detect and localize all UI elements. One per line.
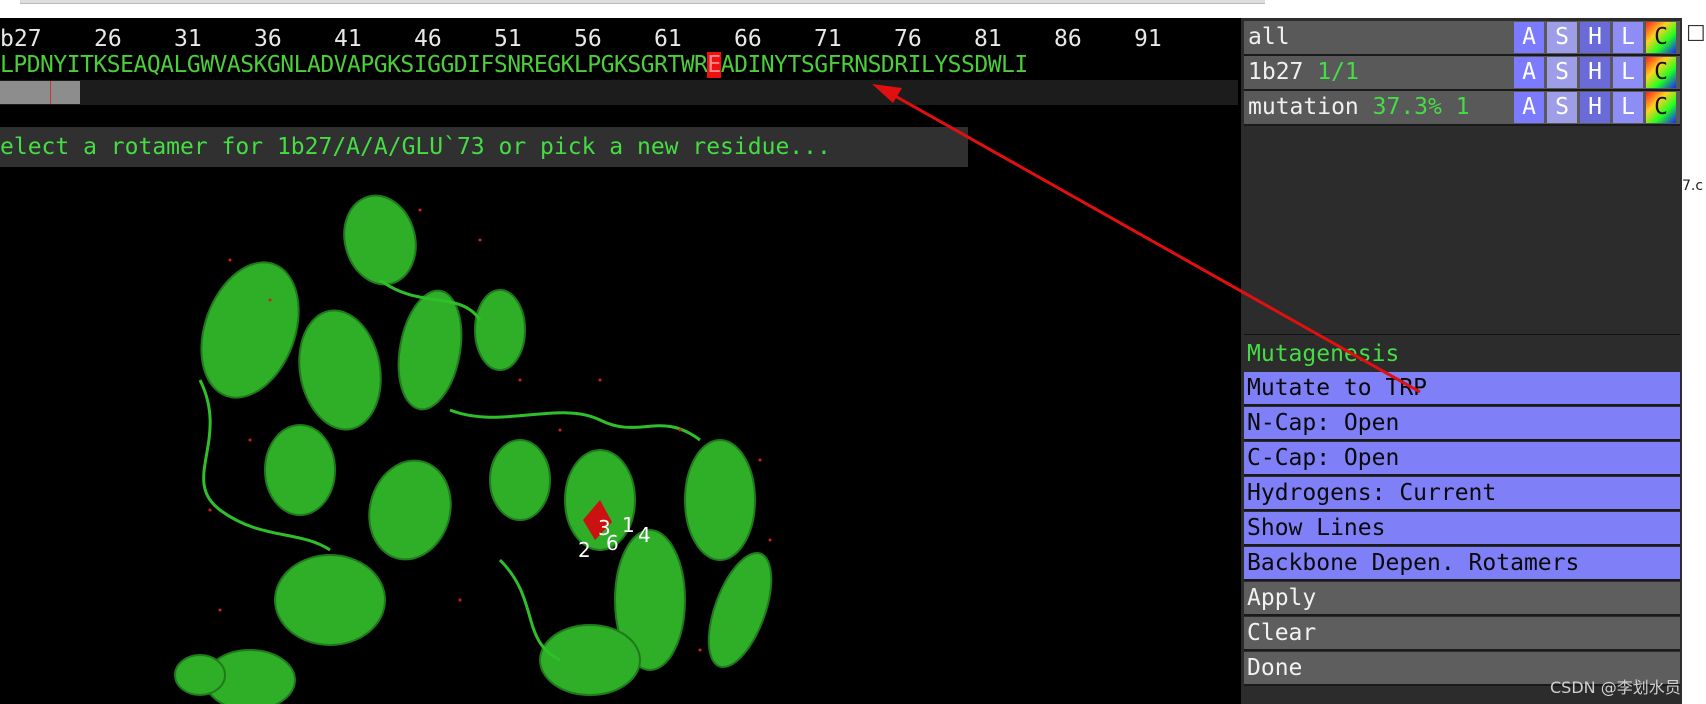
- annotation-arrowhead: [872, 84, 902, 103]
- annotation-overlay: [872, 84, 1421, 394]
- annotation-arrow-line: [887, 90, 1421, 394]
- watermark: CSDN @李划水员: [1550, 678, 1681, 697]
